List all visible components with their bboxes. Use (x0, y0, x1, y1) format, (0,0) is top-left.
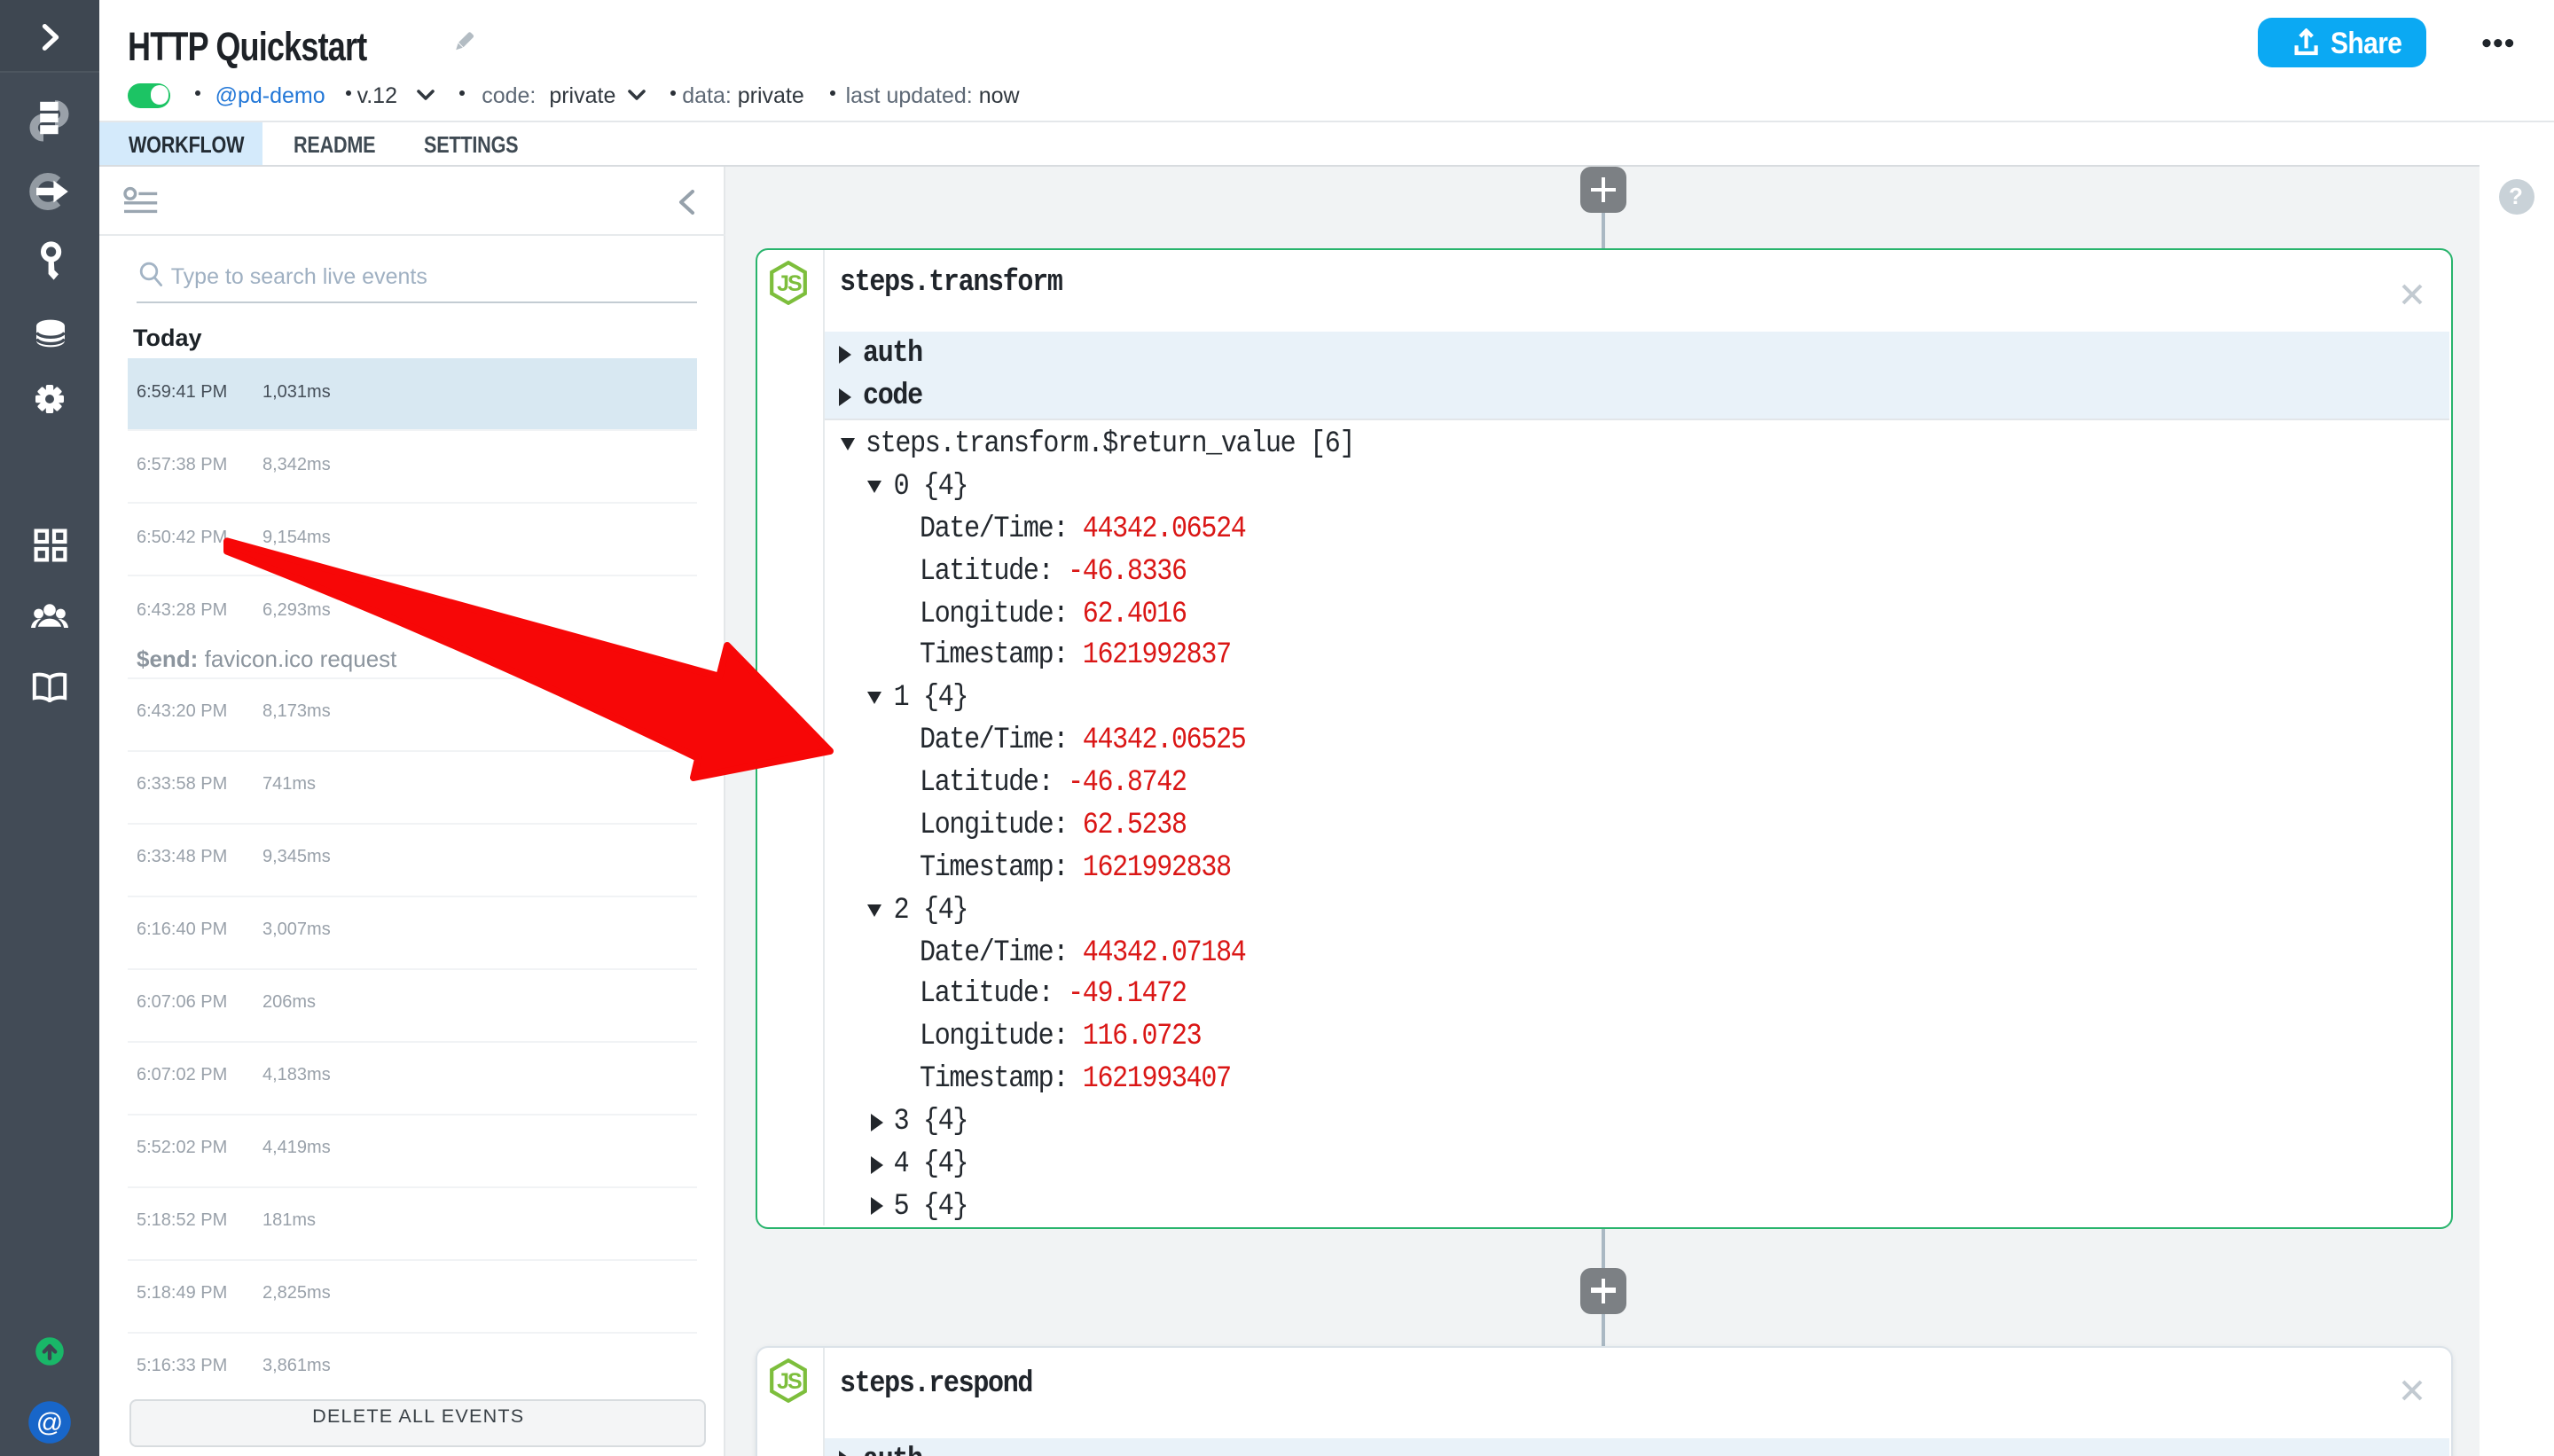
svg-text:JS: JS (777, 271, 802, 296)
svg-text:JS: JS (777, 1368, 802, 1393)
svg-text:@: @ (36, 1407, 63, 1436)
